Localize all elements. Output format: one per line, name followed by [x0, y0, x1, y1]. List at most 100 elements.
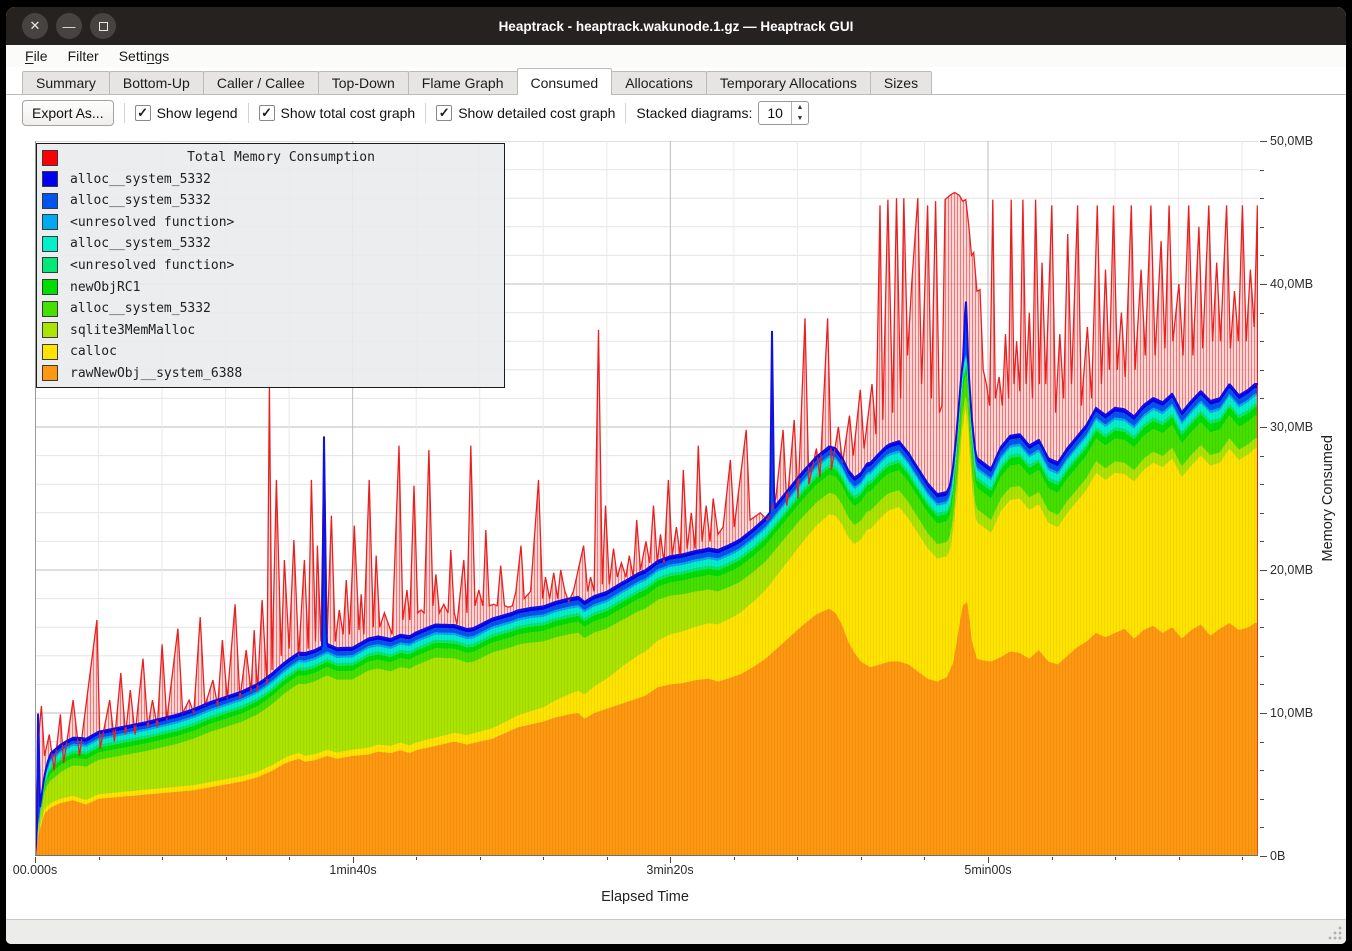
x-tick-label: 1min40s — [329, 863, 376, 877]
legend-swatch — [42, 301, 58, 317]
y-tick — [1260, 541, 1264, 542]
y-axis-title: Memory Consumed — [1313, 141, 1343, 856]
x-tick-label: 00.000s — [13, 863, 57, 877]
y-tick — [1260, 684, 1264, 685]
tab-flame-graph[interactable]: Flame Graph — [408, 71, 518, 95]
y-tick — [1260, 570, 1267, 571]
legend-label: rawNewObj__system_6388 — [70, 366, 242, 381]
y-tick — [1260, 284, 1267, 285]
legend-label: alloc__system_5332 — [70, 236, 211, 251]
close-button[interactable]: ✕ — [22, 13, 48, 39]
checkbox-icon[interactable]: ✓ — [135, 105, 151, 121]
menu-bar: FileFilterSettings — [6, 45, 1346, 67]
y-tick-label: 10,0MB — [1270, 706, 1313, 720]
legend-label: Total Memory Consumption — [58, 150, 504, 165]
toolbar-separator — [625, 103, 626, 123]
y-tick — [1260, 770, 1264, 771]
export-as-button[interactable]: Export As... — [22, 100, 114, 126]
y-tick — [1260, 599, 1264, 600]
x-tick — [607, 857, 608, 860]
y-tick — [1260, 484, 1264, 485]
maximize-button[interactable] — [90, 13, 116, 39]
checkbox-label: Show total cost graph — [281, 105, 416, 121]
y-tick-label: 0B — [1270, 849, 1285, 863]
title-bar[interactable]: ✕ — Heaptrack - heaptrack.wakunode.1.gz … — [6, 7, 1346, 45]
x-tick-label: 3min20s — [646, 863, 693, 877]
legend-swatch — [42, 193, 58, 209]
tab-consumed[interactable]: Consumed — [517, 68, 613, 95]
chart-area: Total Memory Consumption alloc__system_53… — [6, 130, 1346, 919]
minimize-button[interactable]: — — [56, 13, 82, 39]
checkbox-show-total-cost-graph[interactable]: ✓ Show total cost graph — [259, 105, 416, 121]
y-tick — [1260, 255, 1264, 256]
y-tick — [1260, 456, 1264, 457]
legend-item: <unresolved function> — [37, 212, 504, 232]
tab-allocations[interactable]: Allocations — [611, 71, 707, 95]
x-tick — [99, 857, 100, 860]
x-tick — [1179, 857, 1180, 860]
stacked-diagrams-spinbox[interactable]: 10 ▲ ▼ — [758, 101, 809, 125]
window-title: Heaptrack - heaptrack.wakunode.1.gz — He… — [499, 19, 854, 34]
tab-bottom-up[interactable]: Bottom-Up — [109, 71, 204, 95]
legend-label: newObjRC1 — [70, 280, 140, 295]
stacked-diagrams-label: Stacked diagrams: — [636, 105, 752, 121]
legend-label: sqlite3MemMalloc — [70, 323, 195, 338]
legend-label: alloc__system_5332 — [70, 172, 211, 187]
stacked-diagrams-value[interactable]: 10 — [759, 102, 791, 124]
chart-legend: Total Memory Consumption alloc__system_53… — [36, 143, 505, 388]
legend-title-row: Total Memory Consumption — [37, 148, 504, 168]
checkbox-icon[interactable]: ✓ — [436, 105, 452, 121]
y-tick — [1260, 398, 1264, 399]
menu-item-file[interactable]: File — [16, 47, 57, 65]
x-tick — [543, 857, 544, 860]
legend-item: <unresolved function> — [37, 255, 504, 275]
toolbar: Export As... ✓Show legend✓Show total cos… — [6, 95, 1346, 130]
x-tick — [480, 857, 481, 860]
resize-grip-icon[interactable] — [1328, 926, 1342, 940]
checkbox-show-legend[interactable]: ✓Show legend — [135, 105, 238, 121]
spin-up-icon[interactable]: ▲ — [792, 102, 808, 113]
x-tick-label: 5min00s — [964, 863, 1011, 877]
x-tick — [1115, 857, 1116, 860]
legend-label: calloc — [70, 344, 117, 359]
x-tick — [1242, 857, 1243, 860]
tab-temporary-allocations[interactable]: Temporary Allocations — [706, 71, 871, 95]
legend-item: rawNewObj__system_6388 — [37, 363, 504, 383]
y-tick — [1260, 513, 1264, 514]
y-tick — [1260, 370, 1264, 371]
checkbox-label: Show detailed cost graph — [458, 105, 615, 121]
tab-top-down[interactable]: Top-Down — [318, 71, 409, 95]
checkbox-show-detailed-cost-graph[interactable]: ✓ Show detailed cost graph — [436, 105, 615, 121]
y-tick — [1260, 313, 1264, 314]
x-tick — [162, 857, 163, 860]
status-bar — [6, 919, 1346, 944]
legend-item: alloc__system_5332 — [37, 191, 504, 211]
x-tick — [1052, 857, 1053, 860]
y-tick — [1260, 141, 1267, 142]
x-tick — [289, 857, 290, 860]
spin-down-icon[interactable]: ▼ — [792, 113, 808, 124]
checkbox-icon[interactable]: ✓ — [259, 105, 275, 121]
legend-label: alloc__system_5332 — [70, 193, 211, 208]
legend-swatch — [42, 150, 58, 166]
y-tick-label: 40,0MB — [1270, 277, 1313, 291]
tab-caller-callee[interactable]: Caller / Callee — [203, 71, 319, 95]
menu-item-settings[interactable]: Settings — [110, 47, 179, 65]
legend-swatch — [42, 365, 58, 381]
x-tick — [226, 857, 227, 860]
y-tick — [1260, 713, 1267, 714]
x-tick — [924, 857, 925, 860]
legend-item: newObjRC1 — [37, 277, 504, 297]
maximize-icon — [99, 22, 108, 31]
memory-consumption-chart[interactable]: Total Memory Consumption alloc__system_53… — [35, 141, 1258, 856]
y-tick — [1260, 627, 1264, 628]
legend-item: alloc__system_5332 — [37, 169, 504, 189]
y-tick — [1260, 656, 1264, 657]
legend-item: calloc — [37, 342, 504, 362]
menu-item-filter[interactable]: Filter — [59, 47, 108, 65]
x-tick — [416, 857, 417, 860]
x-tick — [797, 857, 798, 860]
tab-sizes[interactable]: Sizes — [870, 71, 932, 95]
y-tick-label: 20,0MB — [1270, 563, 1313, 577]
tab-summary[interactable]: Summary — [22, 71, 110, 95]
